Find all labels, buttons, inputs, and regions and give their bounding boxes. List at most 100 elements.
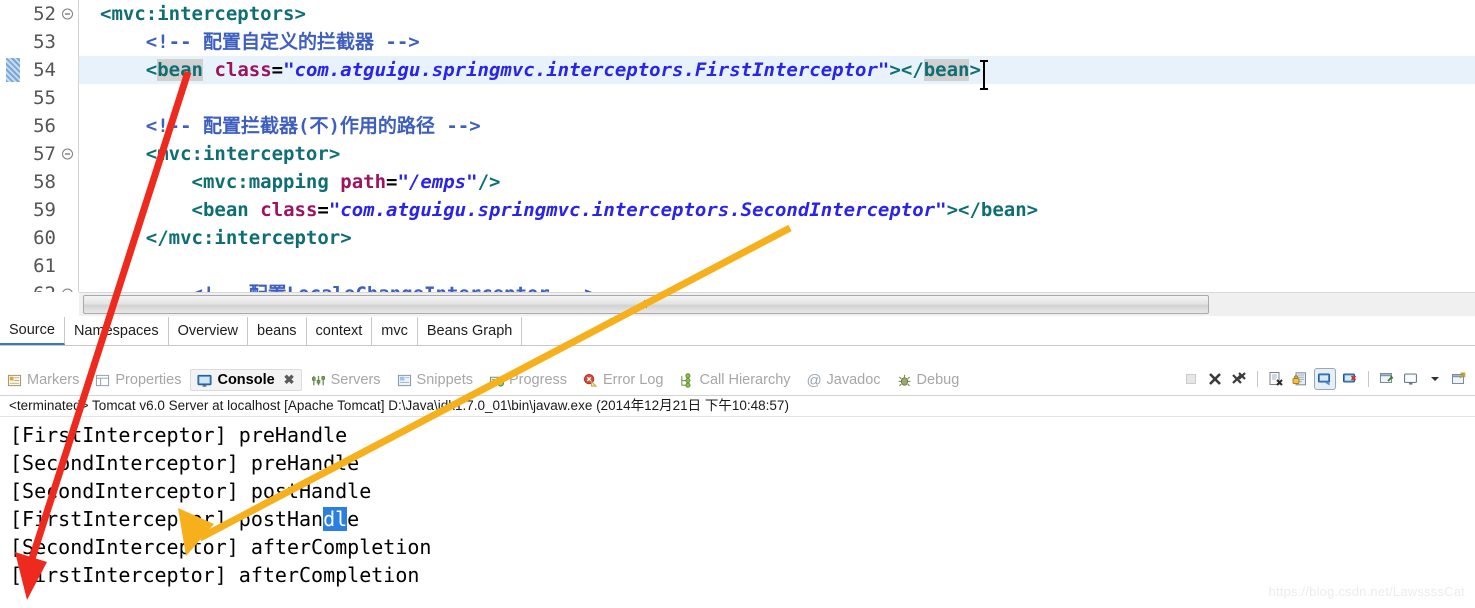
console-text-selection: dl bbox=[323, 507, 348, 531]
editor-tab-overview[interactable]: Overview bbox=[169, 317, 249, 345]
editor-tab-context[interactable]: context bbox=[307, 317, 373, 345]
code-line-56[interactable]: <!-- 配置拦截器(不)作用的路径 --> bbox=[79, 112, 1475, 140]
terminate-button bbox=[1181, 369, 1201, 389]
remove-all-terminated-button[interactable] bbox=[1229, 369, 1249, 389]
close-icon[interactable]: ✖ bbox=[284, 372, 295, 388]
view-tab-label: Properties bbox=[115, 372, 182, 388]
line-number-60: 60 bbox=[33, 227, 56, 249]
fold-collapse-icon[interactable] bbox=[62, 288, 73, 292]
editor-tab-label: beans bbox=[257, 323, 297, 339]
console-line[interactable]: [SecondInterceptor] postHandle bbox=[10, 477, 1475, 505]
view-tab-javadoc[interactable]: @ Javadoc bbox=[800, 369, 888, 391]
separator-2 bbox=[1368, 371, 1369, 387]
markers-icon bbox=[7, 373, 22, 388]
progress-icon bbox=[489, 373, 504, 388]
line-number-58: 58 bbox=[33, 171, 56, 193]
console-line[interactable]: [FirstInterceptor] afterCompletion bbox=[10, 561, 1475, 589]
show-console-on-error-button[interactable] bbox=[1340, 369, 1360, 389]
watermark-text: https://blog.csdn.net/LawssssCat bbox=[1268, 584, 1465, 599]
scrollbar-thumb[interactable]: ‖ bbox=[83, 295, 1209, 314]
console-line[interactable]: [SecondInterceptor] preHandle bbox=[10, 449, 1475, 477]
show-console-on-output-button[interactable] bbox=[1314, 368, 1336, 390]
scroll-lock-button[interactable] bbox=[1290, 369, 1310, 389]
fold-collapse-icon[interactable] bbox=[62, 148, 73, 160]
view-tab-label: Servers bbox=[330, 372, 381, 388]
xml-editor-pane[interactable]: 52 53 54 55 56 57 58 59 60 61 62 <mvc:interceptors… bbox=[0, 0, 1475, 292]
console-launch-label: <terminated> Tomcat v6.0 Server at local… bbox=[0, 396, 1475, 417]
console-line[interactable]: [FirstInterceptor] preHandle bbox=[10, 421, 1475, 449]
view-tab-label: Console bbox=[217, 372, 275, 388]
line-number-53: 53 bbox=[33, 31, 56, 53]
code-line-62[interactable]: <!-- 配置LocaleChangeInterceptor --> bbox=[79, 280, 1475, 292]
editor-tab-beans-graph[interactable]: Beans Graph bbox=[418, 317, 523, 345]
view-tab-label: Markers bbox=[27, 372, 80, 388]
line-number-62: 62 bbox=[0, 280, 78, 292]
view-tab-label: Snippets bbox=[416, 372, 473, 388]
console-icon bbox=[197, 373, 212, 388]
console-line[interactable]: [FirstInterceptor] postHandle bbox=[10, 505, 1475, 533]
console-dropdown-arrow[interactable] bbox=[1425, 369, 1445, 389]
separator-1 bbox=[1257, 371, 1258, 387]
view-tab-label: Javadoc bbox=[826, 372, 881, 388]
view-tab-progress[interactable]: Progress bbox=[482, 369, 574, 391]
call-hierarchy-icon bbox=[679, 372, 694, 388]
editor-tab-strip[interactable]: Source Namespaces Overview beans context mvc B… bbox=[0, 317, 1475, 346]
pin-console-button[interactable] bbox=[1377, 369, 1397, 389]
code-area[interactable]: <mvc:interceptors> <!-- 配置自定义的拦截器 --> <b… bbox=[79, 0, 1475, 292]
view-tab-markers[interactable]: Markers bbox=[0, 369, 86, 391]
console-output[interactable]: [FirstInterceptor] preHandle [SecondInter… bbox=[0, 417, 1475, 589]
view-tab-label: Progress bbox=[508, 372, 568, 388]
line-number-59: 59 bbox=[33, 199, 56, 221]
code-line-55[interactable] bbox=[79, 84, 1475, 112]
line-number-57: 57 bbox=[0, 140, 78, 168]
view-tab-properties[interactable]: Properties bbox=[88, 369, 188, 391]
console-view[interactable]: <terminated> Tomcat v6.0 Server at local… bbox=[0, 395, 1475, 608]
code-line-57[interactable]: <mvc:interceptor> bbox=[79, 140, 1475, 168]
editor-tab-beans[interactable]: beans bbox=[248, 317, 307, 345]
properties-icon bbox=[95, 373, 110, 388]
code-line-59[interactable]: <bean class="com.atguigu.springmvc.inter… bbox=[79, 196, 1475, 224]
editor-tab-source[interactable]: Source bbox=[0, 317, 65, 345]
line-number-gutter: 52 53 54 55 56 57 58 59 60 61 62 bbox=[0, 0, 79, 292]
line-number-55: 55 bbox=[33, 87, 56, 109]
remove-launch-button[interactable] bbox=[1205, 369, 1225, 389]
console-line[interactable]: [SecondInterceptor] afterCompletion bbox=[10, 533, 1475, 561]
line-number-54: 54 bbox=[0, 56, 78, 84]
open-console-button[interactable] bbox=[1449, 369, 1469, 389]
code-line-58[interactable]: <mvc:mapping path="/emps"/> bbox=[79, 168, 1475, 196]
editor-tab-label: Overview bbox=[177, 323, 239, 339]
console-view-toolbar[interactable] bbox=[1181, 366, 1469, 392]
view-tab-call-hierarchy[interactable]: Call Hierarchy bbox=[672, 369, 797, 391]
editor-tab-mvc[interactable]: mvc bbox=[372, 317, 418, 345]
fold-collapse-icon[interactable] bbox=[62, 8, 73, 20]
view-tab-snippets[interactable]: Snippets bbox=[390, 369, 480, 391]
editor-tab-label: Beans Graph bbox=[426, 323, 513, 339]
line-number-52: 52 bbox=[0, 0, 78, 28]
code-line-54[interactable]: <bean class="com.atguigu.springmvc.inter… bbox=[79, 56, 1475, 84]
view-tab-console[interactable]: Console ✖ bbox=[190, 369, 302, 391]
view-tab-servers[interactable]: Servers bbox=[304, 369, 388, 391]
code-line-60[interactable]: </mvc:interceptor> bbox=[79, 224, 1475, 252]
code-line-61[interactable] bbox=[79, 252, 1475, 280]
line-number-61: 61 bbox=[33, 255, 56, 277]
debug-icon bbox=[897, 373, 912, 388]
scrollbar-grip-icon: ‖ bbox=[643, 298, 649, 311]
gutter-change-marker bbox=[6, 58, 20, 82]
code-line-52[interactable]: <mvc:interceptors> bbox=[79, 0, 1475, 28]
view-tab-error-log[interactable]: Error Log bbox=[576, 369, 670, 391]
editor-horizontal-scrollbar[interactable]: ‖ bbox=[79, 292, 1475, 316]
view-tab-label: Debug bbox=[916, 372, 960, 388]
view-tab-debug[interactable]: Debug bbox=[890, 369, 967, 391]
editor-tab-label: context bbox=[315, 323, 363, 339]
view-tab-label: Call Hierarchy bbox=[699, 372, 791, 388]
clear-console-button[interactable] bbox=[1266, 369, 1286, 389]
line-number-56: 56 bbox=[33, 115, 56, 137]
editor-tab-namespaces[interactable]: Namespaces bbox=[65, 317, 169, 345]
text-caret bbox=[980, 60, 988, 90]
view-tab-label: Error Log bbox=[603, 372, 664, 388]
editor-tab-label: Namespaces bbox=[73, 323, 159, 339]
code-line-53[interactable]: <!-- 配置自定义的拦截器 --> bbox=[79, 28, 1475, 56]
editor-tab-label: Source bbox=[9, 322, 55, 338]
display-selected-console-button[interactable] bbox=[1401, 369, 1421, 389]
servers-icon bbox=[311, 373, 326, 388]
